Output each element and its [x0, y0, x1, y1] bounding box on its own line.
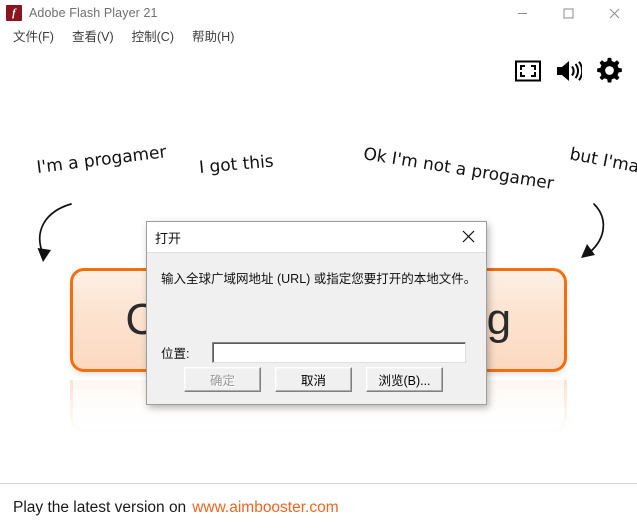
- location-input[interactable]: [212, 342, 466, 363]
- flash-icon: f: [6, 5, 22, 21]
- annotation-left: I'm a progamer I got this: [36, 142, 275, 178]
- close-icon: [462, 230, 474, 243]
- location-row: 位置:: [161, 342, 466, 363]
- browse-button[interactable]: 浏览(B)...: [366, 367, 443, 392]
- open-url-dialog: 打开 输入全球广域网地址 (URL) 或指定您要打开的本地文件。 位置: 确定 …: [146, 221, 487, 405]
- arrow-right-icon: [581, 203, 605, 258]
- annotation-right: Ok I'm not a progamer but I'ma become on…: [362, 144, 637, 198]
- dialog-title: 打开: [155, 230, 182, 246]
- close-button[interactable]: [591, 0, 637, 26]
- fullscreen-icon[interactable]: [515, 58, 541, 84]
- annotation-right-line1: Ok I'm not a progamer: [362, 144, 556, 195]
- menu-item-help[interactable]: 帮助(H): [183, 26, 243, 48]
- minimize-button[interactable]: [499, 0, 545, 26]
- dialog-titlebar: 打开: [147, 222, 486, 253]
- window-title: Adobe Flash Player 21: [29, 6, 158, 20]
- player-controls: [515, 57, 623, 84]
- menu-item-control[interactable]: 控制(C): [123, 26, 183, 48]
- volume-icon[interactable]: [555, 59, 582, 83]
- window-controls: [499, 0, 637, 26]
- location-label: 位置:: [161, 347, 190, 361]
- gear-icon[interactable]: [596, 57, 623, 84]
- bottom-bar-text: Play the latest version on: [13, 498, 187, 516]
- menu-item-file[interactable]: 文件(F): [4, 26, 63, 48]
- ok-button[interactable]: 确定: [184, 367, 261, 392]
- dialog-description: 输入全球广域网地址 (URL) 或指定您要打开的本地文件。: [161, 272, 477, 286]
- annotation-left-line1: I'm a progamer: [35, 142, 168, 178]
- aimbooster-link[interactable]: www.aimbooster.com: [192, 499, 338, 517]
- arrow-left-icon: [37, 203, 72, 262]
- menu-item-view[interactable]: 查看(V): [63, 26, 123, 48]
- cancel-button[interactable]: 取消: [275, 367, 352, 392]
- maximize-button[interactable]: [545, 0, 591, 26]
- annotation-left-line2: I got this: [198, 151, 275, 178]
- minimize-icon: [517, 12, 527, 14]
- dialog-body: 输入全球广域网地址 (URL) 或指定您要打开的本地文件。 位置: 确定 取消 …: [147, 253, 486, 404]
- flash-stage: I'm a progamer I got this Ok I'm not a p…: [0, 48, 637, 483]
- maximize-icon: [563, 8, 573, 18]
- menubar: 文件(F) 查看(V) 控制(C) 帮助(H): [0, 26, 637, 48]
- bottom-bar: Play the latest version on www.aimbooste…: [0, 483, 637, 531]
- flash-icon-glyph: f: [12, 6, 16, 19]
- dialog-close-button[interactable]: [450, 222, 486, 251]
- close-icon: [609, 8, 619, 18]
- annotation-right-line2: but I'ma become one: [567, 144, 637, 198]
- dialog-buttons: 确定 取消 浏览(B)...: [147, 367, 486, 392]
- window-titlebar: f Adobe Flash Player 21: [0, 0, 637, 26]
- flash-player-window: f Adobe Flash Player 21 文件(F) 查看(V) 控制(C…: [0, 0, 637, 531]
